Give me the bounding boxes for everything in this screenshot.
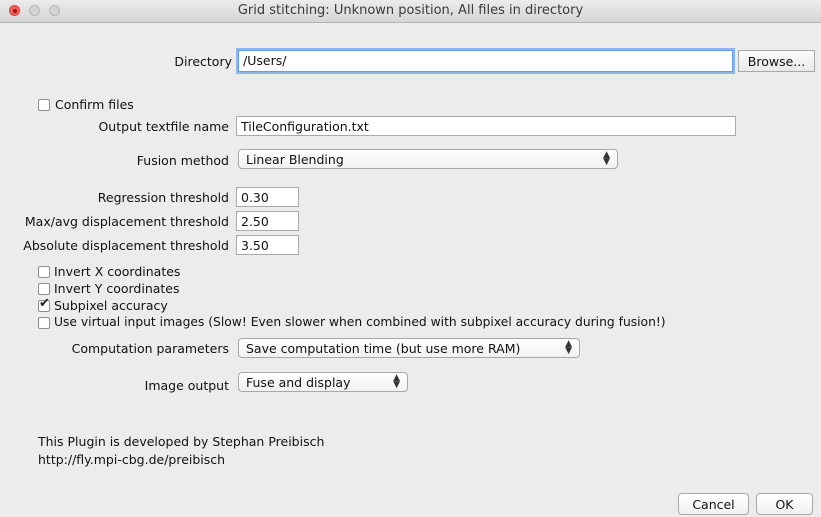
absolute-displacement-input[interactable]: 3.50	[236, 235, 299, 255]
dialog-window: Grid stitching: Unknown position, All fi…	[0, 0, 821, 517]
directory-input[interactable]: /Users/	[238, 50, 733, 72]
output-textfile-label: Output textfile name	[98, 119, 229, 134]
checkmark-icon: ✔	[39, 296, 50, 311]
computation-parameters-select[interactable]: Save computation time (but use more RAM)…	[238, 338, 580, 358]
ok-button[interactable]: OK	[756, 493, 813, 515]
regression-threshold-input[interactable]: 0.30	[236, 187, 299, 207]
confirm-files-label: Confirm files	[55, 97, 134, 112]
image-output-value: Fuse and display	[246, 375, 351, 390]
invert-y-label: Invert Y coordinates	[54, 281, 180, 296]
confirm-files-checkbox[interactable]	[38, 99, 50, 111]
cancel-button[interactable]: Cancel	[678, 493, 749, 515]
window-title: Grid stitching: Unknown position, All fi…	[237, 3, 584, 18]
fusion-method-label: Fusion method	[136, 153, 229, 168]
subpixel-accuracy-label: Subpixel accuracy	[54, 298, 168, 313]
updown-arrows-icon: ▲ ▼	[393, 373, 400, 390]
invert-x-checkbox[interactable]	[38, 266, 50, 278]
invert-x-label: Invert X coordinates	[54, 264, 181, 279]
computation-parameters-label: Computation parameters	[71, 341, 229, 356]
regression-threshold-label: Regression threshold	[97, 190, 229, 205]
image-output-select[interactable]: Fuse and display ▲ ▼	[238, 372, 408, 392]
max-avg-displacement-input[interactable]: 2.50	[236, 211, 299, 231]
plugin-credit-text: This Plugin is developed by Stephan Prei…	[38, 434, 325, 449]
computation-parameters-value: Save computation time (but use more RAM)	[246, 341, 521, 356]
fusion-method-value: Linear Blending	[246, 152, 344, 167]
browse-button[interactable]: Browse...	[738, 50, 815, 72]
absolute-displacement-label: Absolute displacement threshold	[23, 238, 229, 253]
title-bar: Grid stitching: Unknown position, All fi…	[0, 0, 821, 23]
virtual-input-images-checkbox[interactable]	[38, 317, 50, 329]
fusion-method-select[interactable]: Linear Blending ▲ ▼	[238, 149, 618, 169]
image-output-label: Image output	[144, 378, 229, 393]
directory-label: Directory	[174, 54, 232, 69]
plugin-url-text: http://fly.mpi-cbg.de/preibisch	[38, 452, 226, 467]
invert-y-checkbox[interactable]	[38, 283, 50, 295]
virtual-input-images-label: Use virtual input images (Slow! Even slo…	[54, 315, 666, 329]
subpixel-accuracy-checkbox[interactable]: ✔	[38, 296, 50, 312]
output-textfile-input[interactable]: TileConfiguration.txt	[236, 116, 736, 136]
max-avg-displacement-label: Max/avg displacement threshold	[24, 214, 229, 229]
updown-arrows-icon: ▲ ▼	[603, 150, 610, 167]
updown-arrows-icon: ▲ ▼	[565, 339, 572, 356]
